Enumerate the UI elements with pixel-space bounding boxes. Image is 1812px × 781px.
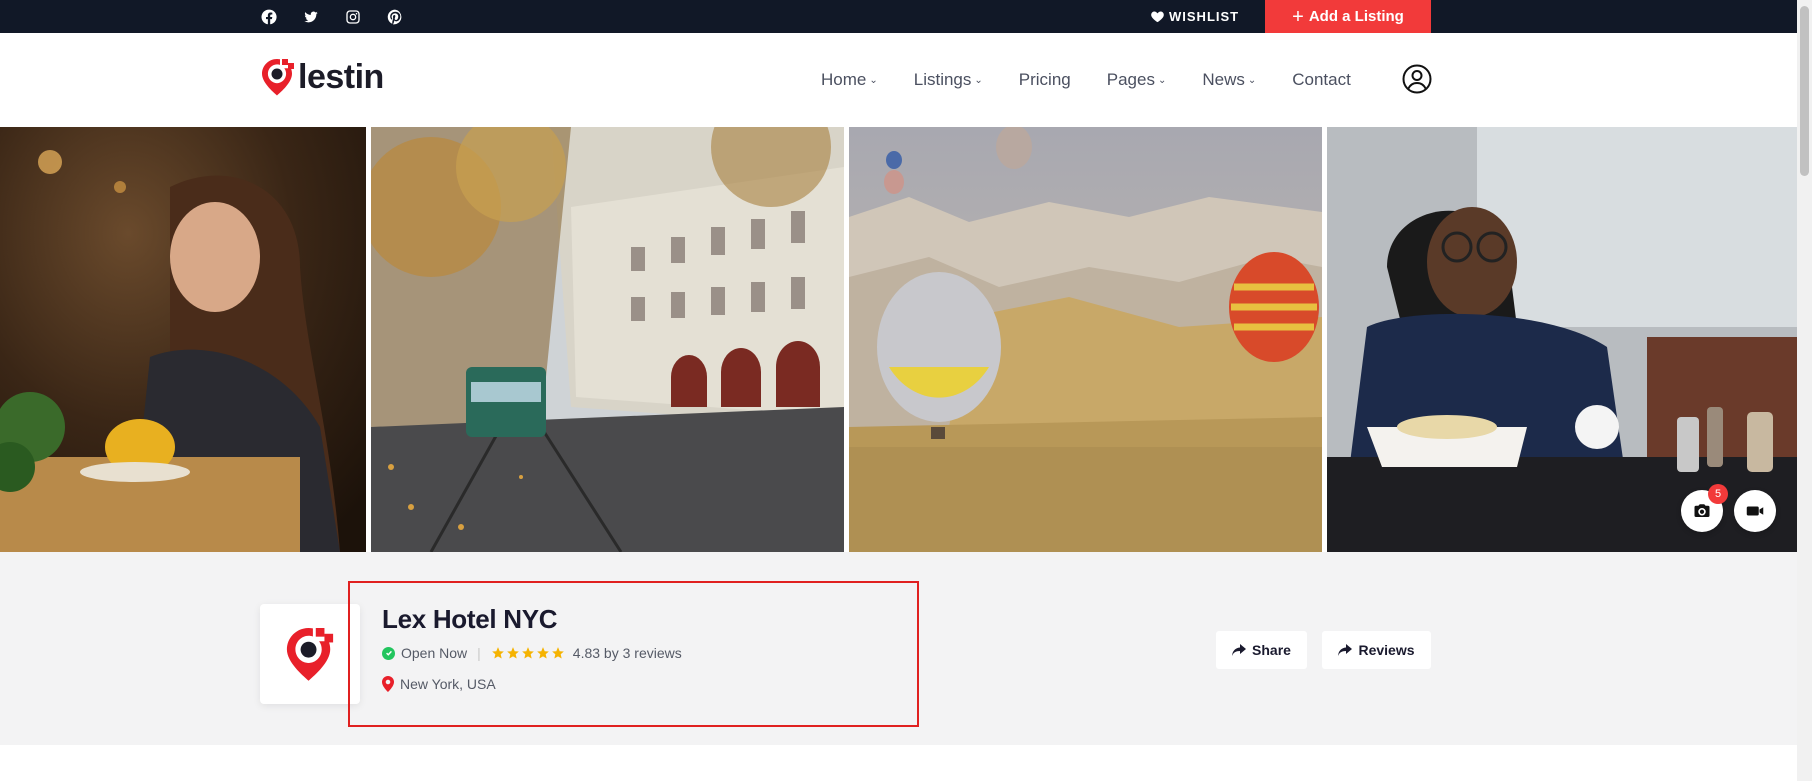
site-header: lestin Home ⌄ Listings ⌄ Pricing Pages ⌄ Ne… (0, 33, 1812, 127)
photo-count-badge: 5 (1708, 484, 1728, 504)
listing-logo (260, 604, 360, 704)
gallery-photo-balloons[interactable] (849, 127, 1322, 552)
photo-gallery (0, 127, 1797, 552)
location-pin-icon (382, 676, 394, 692)
nav-item-home[interactable]: Home ⌄ (821, 70, 878, 90)
facebook-icon[interactable] (256, 4, 282, 30)
nav-item-pages[interactable]: Pages ⌄ (1107, 70, 1167, 90)
divider: | (477, 645, 481, 661)
listing-meta: Open Now | 4.83 by 3 reviews (382, 645, 682, 661)
twitter-icon[interactable] (298, 4, 324, 30)
nav-item-label: Home (821, 70, 867, 89)
nav-item-label: News (1202, 70, 1245, 89)
listing-title: Lex Hotel NYC (382, 604, 558, 634)
add-listing-label: Add a Listing (1308, 8, 1404, 25)
listing-location: New York, USA (382, 676, 496, 692)
social-links (256, 0, 424, 33)
video-camera-icon (1746, 506, 1764, 516)
nav-item-pricing[interactable]: Pricing (1019, 70, 1071, 90)
nav-item-label: Pricing (1018, 70, 1071, 89)
nav-item-contact[interactable]: Contact (1292, 70, 1351, 90)
wishlist-label: WISHLIST (1169, 9, 1240, 24)
logo-text: lestin (298, 57, 384, 96)
listing-pin-icon (286, 628, 334, 681)
gallery-photo-cafe[interactable] (0, 127, 366, 552)
chevron-down-icon: ⌄ (1247, 74, 1257, 86)
share-label: Share (1252, 642, 1291, 658)
plus-icon: + (1292, 5, 1304, 28)
rating-stars (491, 646, 566, 660)
site-logo[interactable]: lestin (260, 57, 384, 97)
video-button[interactable] (1734, 490, 1776, 532)
nav-item-listings[interactable]: Listings ⌄ (914, 70, 983, 90)
location-text: New York, USA (400, 676, 496, 692)
logo-pin-icon (262, 59, 294, 96)
nav-item-label: Listings (913, 70, 972, 89)
chevron-down-icon: ⌄ (1157, 74, 1167, 86)
user-account-icon[interactable] (1402, 64, 1432, 94)
star-icon (506, 647, 519, 659)
main-nav: Home ⌄ Listings ⌄ Pricing Pages ⌄ News ⌄ Con… (821, 33, 1387, 127)
wishlist-link[interactable]: WISHLIST (1150, 0, 1239, 33)
star-icon (491, 647, 504, 659)
reviews-button[interactable]: Reviews (1322, 631, 1431, 669)
star-icon (551, 647, 564, 659)
add-listing-button[interactable]: + Add a Listing (1265, 0, 1431, 33)
share-button[interactable]: Share (1216, 631, 1307, 669)
top-bar: WISHLIST + Add a Listing (0, 0, 1812, 33)
chevron-down-icon: ⌄ (869, 74, 878, 86)
star-icon (536, 647, 549, 659)
rating-text[interactable]: 4.83 by 3 reviews (573, 645, 682, 661)
gallery-photo-street[interactable] (371, 127, 844, 552)
star-icon (521, 647, 534, 659)
share-icon (1232, 644, 1247, 656)
scrollbar-thumb[interactable] (1800, 6, 1809, 176)
chevron-down-icon: ⌄ (974, 74, 983, 86)
nav-item-label: Pages (1106, 70, 1155, 89)
pinterest-icon[interactable] (382, 4, 408, 30)
check-circle-icon (382, 646, 395, 660)
page-scrollbar[interactable] (1797, 0, 1812, 781)
share-icon (1338, 644, 1353, 656)
nav-item-news[interactable]: News ⌄ (1202, 70, 1256, 90)
nav-item-label: Contact (1292, 70, 1351, 89)
instagram-icon[interactable] (340, 4, 366, 30)
heart-icon (1151, 11, 1164, 23)
reviews-label: Reviews (1358, 642, 1415, 658)
open-status: Open Now (401, 645, 468, 661)
camera-icon (1694, 504, 1710, 517)
